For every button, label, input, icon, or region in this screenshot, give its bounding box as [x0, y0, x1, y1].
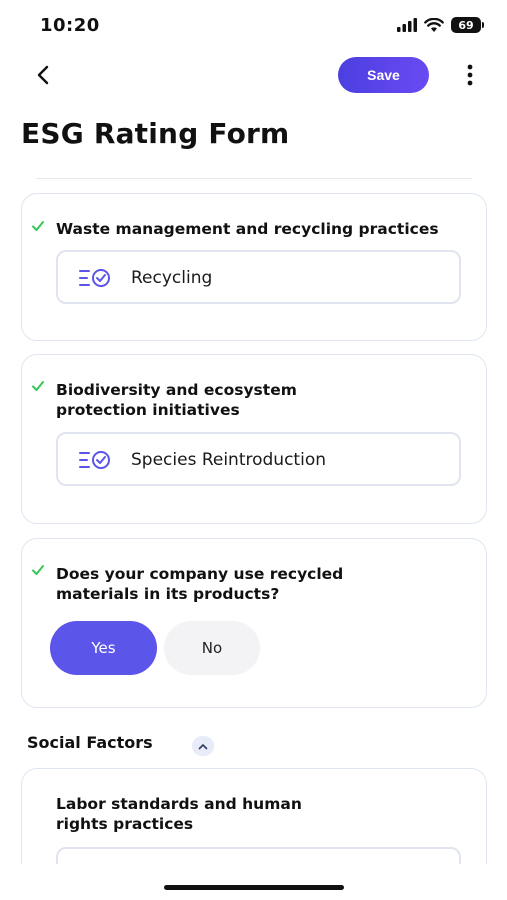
question-line: materials in its products? [56, 585, 280, 603]
status-bar: 10:20 69 [0, 0, 507, 54]
question-line: Labor standards and human [56, 795, 302, 813]
wifi-icon [424, 17, 444, 32]
status-time: 10:20 [40, 15, 100, 36]
question-line: Does your company use recycled [56, 565, 344, 583]
status-icons: 69 [397, 17, 484, 33]
select-value: Recycling [131, 268, 213, 288]
question-line: protection initiatives [56, 401, 240, 419]
question-line: rights practices [56, 815, 194, 833]
list-check-icon [79, 269, 110, 287]
no-option-button[interactable]: No [164, 621, 260, 675]
question-line: Biodiversity and ecosystem [56, 381, 297, 399]
checkmark-icon [32, 565, 44, 575]
select-value: Species Reintroduction [131, 450, 326, 470]
question-card-recycled-materials: Does your company use recycled materials… [21, 538, 487, 708]
section-collapse-toggle[interactable] [192, 736, 214, 756]
question-label: Labor standards and human rights practic… [56, 794, 302, 834]
question-label: Biodiversity and ecosystem protection in… [56, 380, 297, 420]
page-title: ESG Rating Form [21, 117, 290, 150]
question-label: Does your company use recycled materials… [56, 564, 343, 604]
back-arrow-icon [37, 65, 49, 85]
yes-option-button[interactable]: Yes [50, 621, 157, 675]
labor-answer-select[interactable] [56, 847, 461, 864]
title-divider [36, 178, 472, 179]
biodiversity-answer-select[interactable]: Species Reintroduction [56, 432, 461, 486]
checkmark-icon [32, 381, 44, 391]
more-vertical-icon [467, 64, 473, 86]
section-title-social: Social Factors [27, 733, 153, 752]
back-button[interactable] [28, 60, 58, 90]
question-card-labor: Labor standards and human rights practic… [21, 768, 487, 864]
question-card-biodiversity: Biodiversity and ecosystem protection in… [21, 354, 487, 524]
list-check-icon [79, 451, 110, 469]
save-button[interactable]: Save [338, 57, 429, 93]
checkmark-icon [32, 221, 44, 231]
waste-answer-select[interactable]: Recycling [56, 250, 461, 304]
home-indicator [164, 885, 344, 890]
more-options-button[interactable] [455, 60, 485, 90]
chevron-up-icon [198, 743, 208, 749]
signal-icon [397, 18, 417, 32]
question-card-waste: Waste management and recycling practices… [21, 193, 487, 341]
question-label: Waste management and recycling practices [56, 220, 439, 238]
battery-icon: 69 [451, 17, 484, 33]
